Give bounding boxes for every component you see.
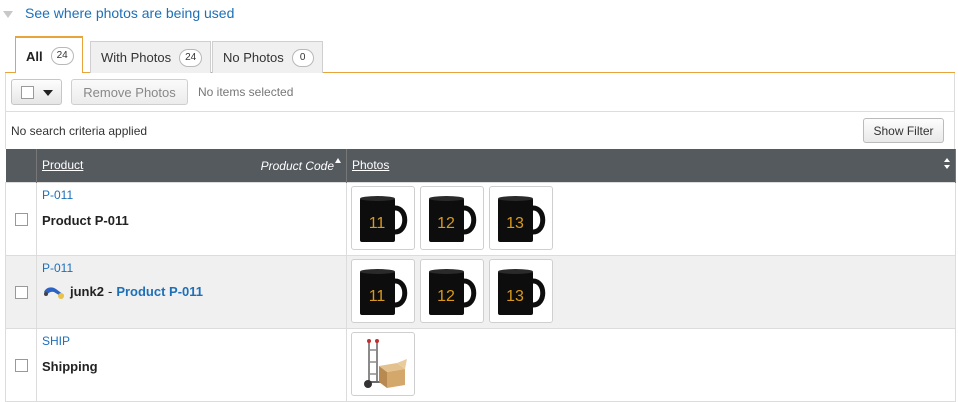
photo-thumbnail[interactable] [351, 331, 415, 396]
product-link[interactable]: Product P-011 [116, 284, 203, 299]
tab-with-photos-count: 24 [179, 48, 203, 67]
row-select-cell [5, 181, 37, 256]
select-all-dropdown[interactable] [11, 79, 62, 105]
search-criteria-text: No search criteria applied [11, 124, 148, 138]
tab-with-photos[interactable]: With Photos 24 [90, 41, 212, 73]
tab-no-photos-label: No Photos [223, 50, 284, 65]
selection-status: No items selected [198, 85, 294, 99]
tab-bar: All 24 With Photos 24 No Photos 0 [5, 36, 955, 74]
mug-icon: 13 [498, 268, 546, 315]
see-photos-usage-link[interactable]: See where photos are being used [25, 5, 234, 21]
mug-number: 11 [369, 215, 386, 232]
product-code-link[interactable]: P-011 [42, 188, 346, 202]
filter-bar: No search criteria applied Show Filter [5, 112, 955, 149]
product-sort-link[interactable]: Product [42, 158, 83, 172]
mug-number: 12 [437, 215, 455, 232]
table-header-row: Product Product Code Photos [5, 149, 956, 182]
mug-icon: 12 [429, 195, 477, 242]
remove-photos-button[interactable]: Remove Photos [71, 79, 188, 105]
mug-number: 13 [506, 215, 524, 232]
product-cell: P-011 Product P-011 [36, 181, 347, 256]
tab-all-label: All [26, 48, 43, 64]
product-prefix: junk2 [70, 284, 104, 299]
tab-with-photos-label: With Photos [101, 50, 172, 65]
photos-sort-link[interactable]: Photos [352, 158, 389, 172]
photo-thumbnail[interactable]: 13 [489, 258, 553, 323]
photos-cell: 11 12 13 [346, 181, 956, 256]
show-filter-button[interactable]: Show Filter [863, 118, 944, 143]
expand-triangle-icon[interactable] [3, 10, 13, 18]
sort-both-icon [944, 158, 950, 169]
mug-number: 13 [506, 288, 524, 305]
photo-thumbnail[interactable]: 13 [489, 185, 553, 250]
row-select-cell [5, 254, 37, 329]
product-code-link[interactable]: P-011 [42, 261, 346, 275]
product-name: Shipping [42, 358, 98, 374]
mug-number: 12 [437, 288, 455, 305]
photo-thumbnail[interactable]: 12 [420, 185, 484, 250]
hand-truck-icon [364, 338, 407, 388]
row-checkbox[interactable] [14, 212, 28, 226]
table-row: SHIP Shipping [5, 327, 956, 402]
row-select-cell [5, 327, 37, 402]
tab-no-photos-count: 0 [291, 48, 314, 67]
row-checkbox[interactable] [14, 285, 28, 299]
photos-cell [346, 327, 956, 402]
photos-cell: 11 12 13 [346, 254, 956, 329]
mug-icon: 12 [429, 268, 477, 315]
table-row: P-011 junk2 - Product P-011 11 12 13 [5, 254, 956, 329]
header: See where photos are being used [0, 0, 958, 26]
header-select-cell [5, 149, 37, 182]
mug-number: 11 [369, 288, 386, 305]
photos-column-header: Photos [346, 149, 956, 182]
sort-asc-icon [335, 158, 341, 163]
tool-icon [44, 286, 64, 299]
product-cell: P-011 junk2 - Product P-011 [36, 254, 347, 329]
mug-icon: 11 [360, 195, 408, 242]
table-row: P-011 Product P-011 11 12 13 [5, 181, 956, 256]
tab-all-count: 24 [50, 47, 74, 65]
mug-icon: 13 [498, 195, 546, 242]
photo-usage-table: Product Product Code Photos P-011 Produc… [5, 149, 956, 402]
mug-icon: 11 [360, 268, 408, 315]
toolbar: Remove Photos No items selected [5, 73, 955, 112]
row-checkbox[interactable] [14, 358, 28, 372]
tab-all[interactable]: All 24 [15, 36, 83, 74]
product-separator: - [107, 284, 113, 299]
photo-thumbnail[interactable]: 11 [351, 258, 415, 323]
product-code-link[interactable]: SHIP [42, 334, 346, 348]
tab-no-photos[interactable]: No Photos 0 [212, 41, 323, 73]
photo-thumbnail[interactable]: 11 [351, 185, 415, 250]
product-name: Product P-011 [42, 212, 129, 228]
select-all-checkbox[interactable] [21, 86, 34, 99]
product-cell: SHIP Shipping [36, 327, 347, 402]
product-column-header: Product Product Code [36, 149, 347, 182]
dropdown-caret-icon[interactable] [43, 90, 53, 96]
photo-thumbnail[interactable]: 12 [420, 258, 484, 323]
product-code-sort-link[interactable]: Product Code [261, 159, 334, 173]
